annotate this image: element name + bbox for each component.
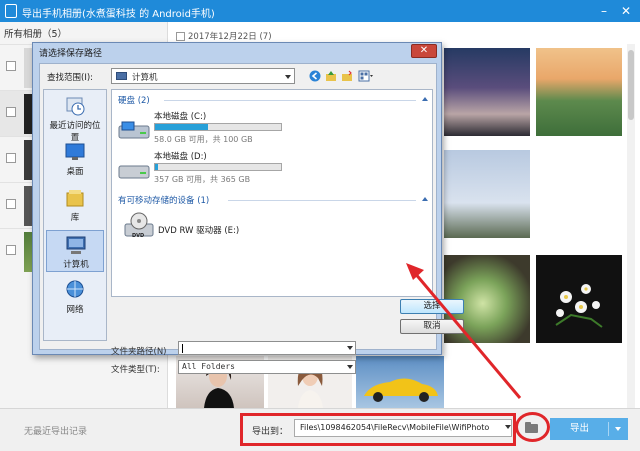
drive-usage-fill <box>155 124 208 130</box>
scrollbar-thumb[interactable] <box>628 50 634 120</box>
hard-drive-icon <box>118 121 150 139</box>
place-computer[interactable]: 计算机 <box>46 230 104 272</box>
dvd-badge: DVD <box>132 233 145 239</box>
select-button[interactable]: 选择 <box>400 299 464 314</box>
place-desktop[interactable]: 桌面 <box>46 138 104 180</box>
date-group-checkbox[interactable] <box>176 31 185 41</box>
up-folder-icon[interactable] <box>325 70 337 82</box>
no-export-record-text: 无最近导出记录 <box>24 427 88 437</box>
drive-usage-fill <box>155 164 158 170</box>
annotation-highlight-box <box>240 413 516 446</box>
photo-thumbnail[interactable] <box>536 48 622 136</box>
save-path-dialog: 请选择保存路径 ✕ 查找范围(I): 计算机 最近访问的位置 桌面 库 计算机 … <box>32 42 464 375</box>
all-albums-header: 所有相册（5） <box>4 29 68 40</box>
photo-thumbnail[interactable] <box>536 255 622 343</box>
date-group-label: 2017年12月22日 (7) <box>188 32 272 42</box>
export-button[interactable]: 导出 <box>550 418 628 440</box>
computer-icon <box>66 236 86 254</box>
app-title-bar: 导出手机相册(水煮蛋科技 的 Android手机) – ✕ <box>0 0 640 22</box>
place-label: 网络 <box>66 305 84 315</box>
hard-disk-group-header[interactable]: 硬盘 (2) <box>118 94 150 106</box>
place-recent[interactable]: 最近访问的位置 <box>46 92 104 143</box>
place-libraries[interactable]: 库 <box>46 184 104 226</box>
places-bar: 最近访问的位置 桌面 库 计算机 网络 <box>43 89 107 341</box>
look-in-select[interactable]: 计算机 <box>111 68 295 84</box>
text-caret <box>182 344 183 353</box>
close-icon[interactable]: ✕ <box>618 3 634 19</box>
place-label: 计算机 <box>63 260 89 270</box>
recent-places-icon <box>66 97 85 116</box>
export-button-label: 导出 <box>570 423 590 434</box>
album-checkbox[interactable] <box>6 199 16 209</box>
collapse-group-icon[interactable] <box>422 97 428 101</box>
group-divider <box>164 100 416 101</box>
photo-thumbnail[interactable] <box>444 48 530 136</box>
photo-thumbnail[interactable] <box>356 356 444 408</box>
look-in-value: 计算机 <box>132 73 158 83</box>
libraries-icon <box>66 190 84 207</box>
cancel-button[interactable]: 取消 <box>400 319 464 334</box>
file-type-select[interactable]: All Folders <box>178 360 356 374</box>
drive-list: 硬盘 (2) 本地磁盘 (C:) 58.0 GB 可用，共 100 GB 本地磁… <box>111 89 433 297</box>
new-folder-icon[interactable] <box>341 70 353 82</box>
desktop-icon <box>65 143 85 160</box>
sports-car-image <box>364 378 438 402</box>
photo-thumbnail[interactable] <box>444 150 530 238</box>
back-arrow-icon[interactable] <box>309 70 321 82</box>
place-network[interactable]: 网络 <box>46 276 104 318</box>
folder-path-input[interactable] <box>178 341 356 355</box>
file-type-value: All Folders <box>182 362 235 371</box>
drive-d-usage-bar <box>154 163 282 171</box>
drive-c-size: 58.0 GB 可用，共 100 GB <box>154 135 253 144</box>
album-checkbox[interactable] <box>6 153 16 163</box>
place-label: 库 <box>70 213 80 223</box>
place-label: 桌面 <box>66 167 84 177</box>
chevron-down-icon[interactable] <box>347 365 353 369</box>
file-type-label: 文件类型(T): <box>111 365 160 375</box>
button-divider <box>608 422 609 436</box>
app-title: 导出手机相册(水煮蛋科技 的 Android手机) <box>22 9 215 20</box>
collapse-group-icon[interactable] <box>422 197 428 201</box>
album-checkbox[interactable] <box>6 245 16 255</box>
group-divider <box>228 200 416 201</box>
drive-d-name[interactable]: 本地磁盘 (D:) <box>154 150 207 162</box>
look-in-label: 查找范围(I): <box>47 73 94 83</box>
phone-icon <box>5 4 17 18</box>
dialog-close-icon[interactable]: ✕ <box>411 44 437 58</box>
removable-group-header[interactable]: 有可移动存储的设备 (1) <box>118 194 209 206</box>
drive-c-usage-bar <box>154 123 282 131</box>
view-menu-icon[interactable] <box>358 70 374 82</box>
drive-d-size: 357 GB 可用，共 365 GB <box>154 175 251 184</box>
chevron-down-icon[interactable] <box>347 346 353 350</box>
dvd-drive-name[interactable]: DVD RW 驱动器 (E:) <box>158 224 239 236</box>
hard-drive-icon <box>118 165 150 179</box>
network-icon <box>66 280 84 298</box>
minimize-icon[interactable]: – <box>596 3 612 19</box>
chevron-down-icon[interactable] <box>285 75 291 79</box>
album-checkbox[interactable] <box>6 107 16 117</box>
folder-path-label: 文件夹路径(N) <box>111 347 167 357</box>
album-checkbox[interactable] <box>6 61 16 71</box>
white-flowers-image <box>555 284 603 328</box>
date-group-header[interactable]: 2017年12月22日 (7) <box>176 30 272 42</box>
drive-c-name[interactable]: 本地磁盘 (C:) <box>154 110 206 122</box>
annotation-highlight-circle <box>515 412 550 442</box>
content-scrollbar[interactable] <box>627 44 635 408</box>
dialog-title: 请选择保存路径 <box>39 49 103 59</box>
computer-icon <box>116 72 127 80</box>
chevron-down-icon[interactable] <box>615 427 621 431</box>
